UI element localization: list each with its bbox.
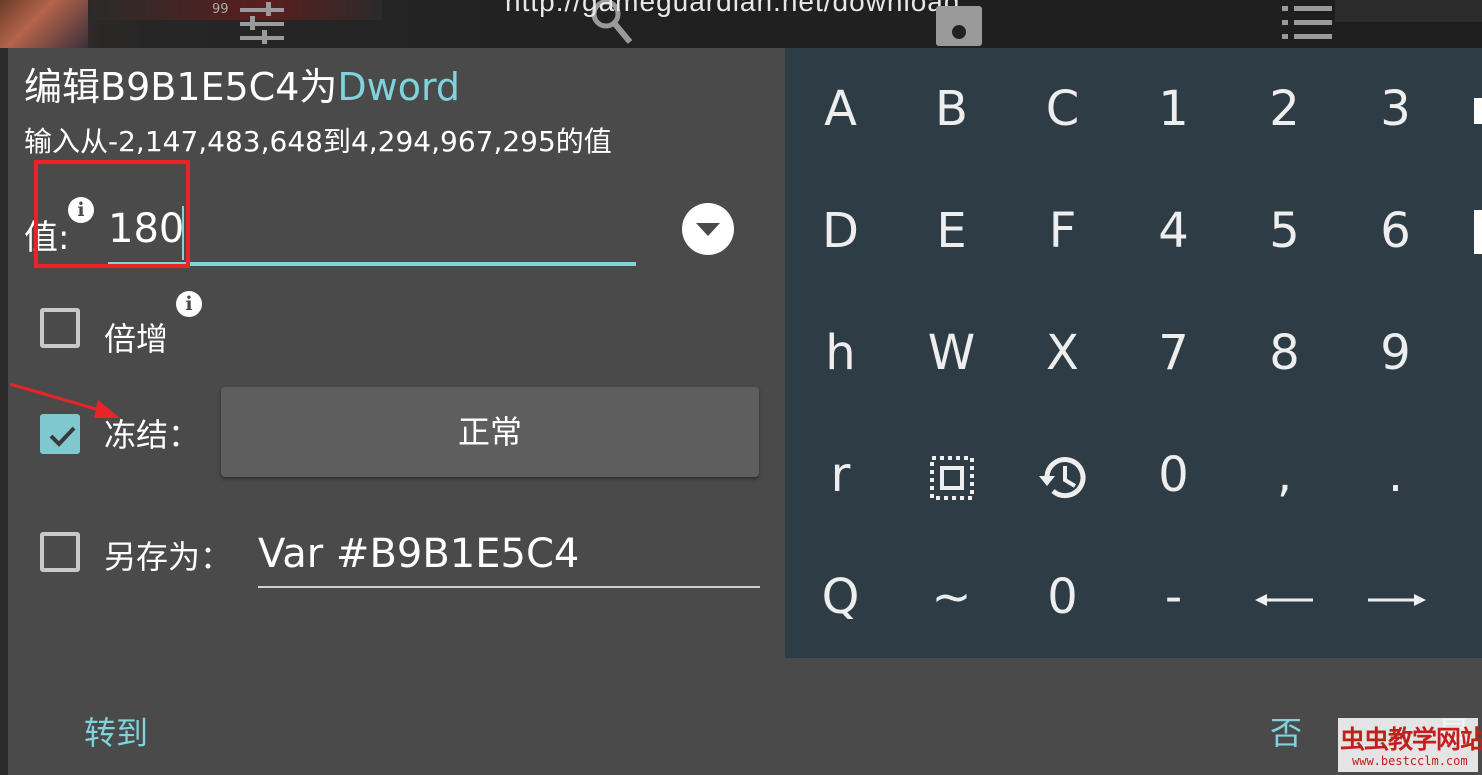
dialog-title-prefix: 编辑B9B1E5C4为 <box>24 65 338 109</box>
key-7[interactable]: 7 <box>1118 292 1229 414</box>
key-minus[interactable]: - <box>1118 536 1229 658</box>
select-all-key[interactable] <box>896 414 1007 536</box>
key-r[interactable]: r <box>785 414 896 536</box>
list-icon[interactable] <box>1282 0 1334 50</box>
value-history-dropdown-button[interactable] <box>682 203 734 255</box>
select-all-icon <box>929 456 974 500</box>
highlight-box <box>34 160 190 268</box>
filter-settings-icon[interactable] <box>238 0 286 50</box>
cursor-left-key[interactable] <box>1229 536 1340 658</box>
watermark-logo: 虫虫教学网站 www.bestcclm.com <box>1338 718 1482 772</box>
cursor-right-key[interactable] <box>1340 536 1451 658</box>
multiply-label: 倍增 <box>104 320 169 358</box>
key-1[interactable]: 1 <box>1118 48 1229 170</box>
no-button[interactable]: 否 <box>1270 708 1302 754</box>
key-2[interactable]: 2 <box>1229 48 1340 170</box>
key-B[interactable]: B <box>896 48 1007 170</box>
saveas-label: 另存为： <box>104 538 233 576</box>
key-E[interactable]: E <box>896 170 1007 292</box>
value-range-hint: 输入从-2,147,483,648到4,294,967,295的值 <box>24 125 612 158</box>
key-dot[interactable]: . <box>1340 414 1451 536</box>
watermark-url: www.bestcclm.com <box>1352 754 1468 768</box>
url-overlay: http://gameguardian.net/download <box>505 0 961 17</box>
key-comma[interactable]: , <box>1229 414 1340 536</box>
dialog-title: 编辑B9B1E5C4为Dword <box>24 56 460 111</box>
history-icon <box>1038 457 1085 499</box>
key-h[interactable]: h <box>785 292 896 414</box>
clear-key-edge[interactable] <box>1474 210 1482 254</box>
key-C[interactable]: C <box>1007 48 1118 170</box>
value-type-link[interactable]: Dword <box>337 65 460 109</box>
key-W[interactable]: W <box>896 292 1007 414</box>
game-avatar <box>0 0 88 48</box>
key-tilde[interactable]: ~ <box>896 536 1007 658</box>
key-9[interactable]: 9 <box>1340 292 1451 414</box>
game-status-area <box>1335 0 1482 22</box>
right-arrow-icon <box>1367 594 1426 606</box>
game-background-edge <box>0 48 8 775</box>
key-3[interactable]: 3 <box>1340 48 1451 170</box>
annotation-arrow-icon <box>9 380 122 428</box>
key-4[interactable]: 4 <box>1118 170 1229 292</box>
key-8[interactable]: 8 <box>1229 292 1340 414</box>
backspace-key-edge[interactable] <box>1474 98 1482 124</box>
key-D[interactable]: D <box>785 170 896 292</box>
save-icon[interactable] <box>934 0 984 52</box>
saveas-input[interactable] <box>258 526 758 582</box>
key-0-alt[interactable]: 0 <box>1007 536 1118 658</box>
key-5[interactable]: 5 <box>1229 170 1340 292</box>
key-A[interactable]: A <box>785 48 896 170</box>
watermark-title: 虫虫教学网站 <box>1340 725 1482 754</box>
key-Q[interactable]: Q <box>785 536 896 658</box>
goto-button[interactable]: 转到 <box>84 708 148 754</box>
left-arrow-icon <box>1254 594 1313 606</box>
key-0[interactable]: 0 <box>1118 414 1229 536</box>
saveas-input-underline <box>258 586 760 588</box>
multiply-info-icon[interactable]: i <box>176 291 202 317</box>
saveas-checkbox[interactable] <box>40 532 80 572</box>
hp-value: 99 <box>212 2 229 17</box>
key-F[interactable]: F <box>1007 170 1118 292</box>
key-X[interactable]: X <box>1007 292 1118 414</box>
history-key[interactable] <box>1007 414 1118 536</box>
key-6[interactable]: 6 <box>1340 170 1451 292</box>
freeze-mode-button[interactable]: 正常 <box>221 387 759 477</box>
game-hp-bar: 99 <box>92 0 382 20</box>
hex-keyboard: A B C 1 2 3 D E F 4 5 6 h W X 7 8 9 r 0 … <box>785 48 1482 658</box>
multiply-checkbox[interactable] <box>40 308 80 348</box>
